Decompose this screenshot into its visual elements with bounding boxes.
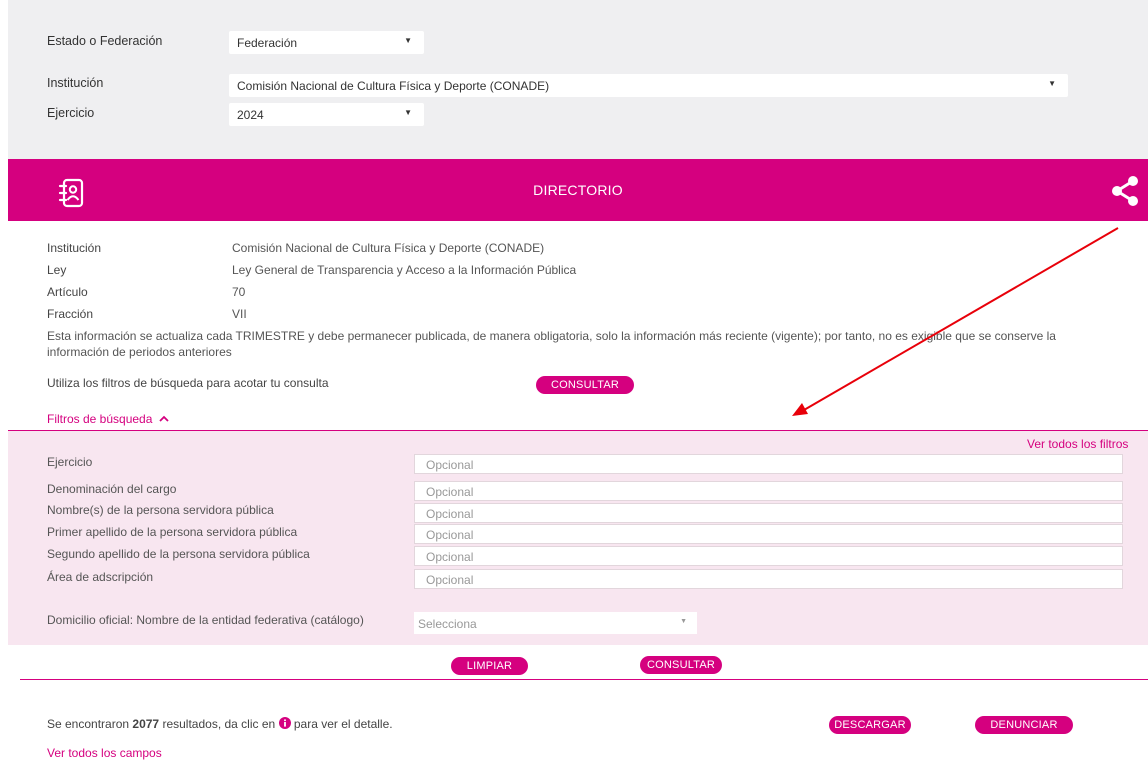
filter-input-area[interactable]: Opcional [414,569,1123,589]
ejercicio-label: Ejercicio [47,106,95,120]
descargar-button[interactable]: DESCARGAR [829,716,911,734]
filter-select-domicilio-value: Selecciona [418,617,477,631]
results-summary: Se encontraron 2077 resultados, da clic … [47,717,393,731]
estado-label: Estado o Federación [47,34,163,48]
info-value-articulo: 70 [232,285,246,299]
filter-input-segundo-apellido[interactable]: Opcional [414,546,1123,566]
institucion-select[interactable]: Comisión Nacional de Cultura Física y De… [229,74,1068,97]
results-prefix: Se encontraron [47,717,130,731]
info-icon [278,717,291,729]
institucion-label: Institución [47,76,104,90]
info-label-articulo: Artículo [47,285,88,299]
filter-input-ejercicio[interactable]: Opcional [414,454,1123,474]
consultar-button[interactable]: CONSULTAR [640,656,722,674]
info-label-institucion: Institución [47,241,102,255]
filter-label-domicilio: Domicilio oficial: Nombre de la entidad … [47,613,364,627]
filter-label-segundo-apellido: Segundo apellido de la persona servidora… [47,547,310,561]
filter-input-nombre[interactable]: Opcional [414,503,1123,523]
share-icon[interactable] [1110,174,1140,208]
info-label-ley: Ley [47,263,67,277]
chevron-down-icon: ▼ [680,618,687,625]
filter-select-domicilio[interactable]: Selecciona ▼ [414,612,697,634]
banner-title: DIRECTORIO [533,182,623,198]
denunciar-button[interactable]: DENUNCIAR [975,716,1073,734]
chevron-down-icon: ▼ [404,108,412,117]
ver-todos-campos-link[interactable]: Ver todos los campos [47,746,162,760]
directorio-banner: DIRECTORIO [8,159,1148,221]
chevron-down-icon: ▼ [1048,79,1056,88]
filter-label-ejercicio: Ejercicio [47,455,93,469]
ejercicio-select-value: 2024 [237,108,264,122]
results-middle: resultados, da clic en [162,717,276,731]
info-value-fraccion: VII [232,307,247,321]
consultar-button-top[interactable]: CONSULTAR [536,376,634,394]
filter-label-primer-apellido: Primer apellido de la persona servidora … [47,525,298,539]
chevron-up-icon [159,415,169,422]
estado-select-value: Federación [237,36,298,50]
info-value-institucion: Comisión Nacional de Cultura Física y De… [232,241,545,255]
info-label-fraccion: Fracción [47,307,94,321]
ejercicio-select[interactable]: 2024 ▼ [229,103,424,126]
update-notice: Esta información se actualiza cada TRIME… [47,329,1056,359]
results-suffix: para ver el detalle. [293,717,393,731]
chevron-down-icon: ▼ [404,36,412,45]
limpiar-button[interactable]: LIMPIAR [451,657,528,675]
results-count: 2077 [132,717,160,731]
divider [20,679,1148,680]
estado-select[interactable]: Federación ▼ [229,31,424,54]
filter-label-area: Área de adscripción [47,570,154,584]
filtros-toggle-label: Filtros de búsqueda [47,412,153,426]
filter-label-nombre: Nombre(s) de la persona servidora públic… [47,503,274,517]
filter-input-cargo[interactable]: Opcional [414,481,1123,501]
institucion-select-value: Comisión Nacional de Cultura Física y De… [237,79,550,93]
info-value-ley: Ley General de Transparencia y Acceso a … [232,263,577,277]
filter-hint: Utiliza los filtros de búsqueda para aco… [47,376,329,390]
filtros-toggle[interactable]: Filtros de búsqueda [47,412,170,426]
filter-input-primer-apellido[interactable]: Opcional [414,524,1123,544]
filter-label-cargo: Denominación del cargo [47,482,177,496]
ver-todos-filtros-link[interactable]: Ver todos los filtros [1027,437,1128,451]
